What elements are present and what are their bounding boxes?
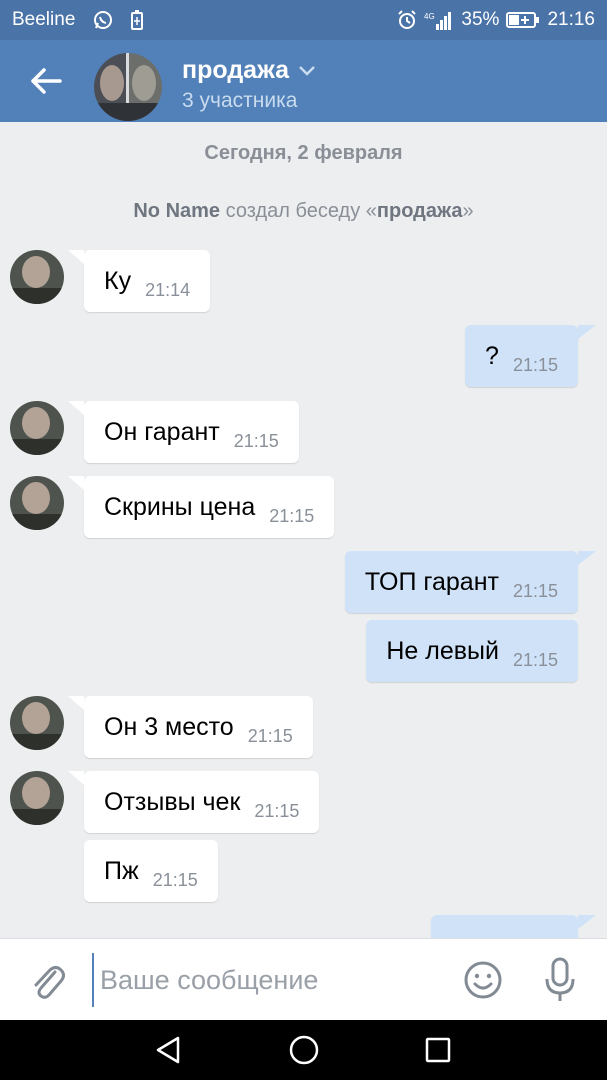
message-time: 21:15	[269, 505, 315, 526]
signal-icon: 4G	[424, 10, 454, 30]
carrier-name: Beeline	[12, 9, 76, 30]
emoji-button[interactable]	[460, 957, 506, 1003]
message-bubble-outgoing[interactable]: ТОП гарант 21:15	[344, 551, 597, 613]
voice-record-button[interactable]	[537, 955, 583, 1005]
message-time: 21:15	[254, 800, 300, 821]
back-button[interactable]	[22, 60, 70, 102]
message-composer	[0, 938, 607, 1020]
message-time: 21:15	[152, 869, 198, 890]
message-text: Он 3 место	[104, 712, 234, 741]
status-bar: Beeline 4G 35% 21:16	[0, 0, 607, 40]
alarm-icon	[397, 10, 417, 30]
chat-title-block[interactable]: продажа 3 участника	[182, 56, 315, 113]
paperclip-icon	[34, 966, 65, 999]
message-bubble-outgoing[interactable]: Не левый 21:15	[366, 620, 578, 682]
message-bubble-incoming[interactable]: Ку 21:14	[67, 250, 211, 312]
message-time: 21:15	[512, 354, 558, 375]
message-time: 21:15	[233, 430, 279, 451]
sender-avatar[interactable]	[10, 771, 64, 825]
service-action: создал беседу «	[220, 200, 377, 222]
message-text: Ку	[104, 266, 132, 295]
service-chat-name: продажа	[376, 200, 463, 222]
emoji-icon	[464, 961, 502, 999]
back-triangle-icon	[156, 1036, 180, 1064]
sender-avatar[interactable]	[10, 476, 64, 530]
message-text: Отзывы чек	[104, 787, 241, 816]
message-list[interactable]: Сегодня, 2 февраля No Name создал беседу…	[0, 122, 607, 938]
service-suffix: »	[462, 200, 474, 222]
message-text: Он гарант	[104, 417, 220, 446]
arrow-left-icon	[31, 68, 62, 94]
nav-back-button[interactable]	[148, 1030, 188, 1070]
message-bubble-incoming[interactable]: Отзывы чек 21:15	[67, 771, 320, 833]
message-text: Не левый	[386, 636, 499, 665]
clock: 21:16	[547, 9, 595, 30]
service-message: No Name создал беседу «продажа»	[0, 200, 607, 223]
sender-avatar[interactable]	[10, 250, 64, 304]
message-time: 21:15	[512, 649, 558, 670]
chat-title: продажа	[182, 56, 290, 84]
nav-home-button[interactable]	[284, 1030, 324, 1070]
chevron-down-icon	[299, 65, 315, 76]
message-bubble-outgoing-partial[interactable]	[431, 915, 596, 938]
nav-recents-button[interactable]	[418, 1030, 458, 1070]
message-text: Скрины цена	[104, 492, 256, 521]
battery-percent: 35%	[461, 9, 500, 30]
recents-square-icon	[425, 1037, 451, 1063]
message-text: ТОП гарант	[364, 567, 499, 596]
battery-charging-icon	[506, 11, 540, 29]
microphone-icon	[545, 957, 575, 1001]
svg-text:4G: 4G	[424, 12, 435, 21]
message-text: ?	[485, 341, 499, 370]
date-separator: Сегодня, 2 февраля	[204, 142, 403, 164]
whatsapp-icon	[93, 10, 113, 30]
sender-avatar[interactable]	[10, 696, 64, 750]
system-nav-bar	[0, 1020, 607, 1080]
message-time: 21:14	[145, 279, 191, 300]
message-bubble-incoming[interactable]: Пж 21:15	[84, 840, 218, 902]
attach-button[interactable]	[24, 957, 70, 1003]
message-text: Пж	[104, 856, 139, 885]
message-bubble-incoming[interactable]: Скрины цена 21:15	[67, 476, 335, 538]
chat-title-row[interactable]: продажа	[182, 56, 315, 85]
message-time: 21:15	[512, 580, 558, 601]
battery-saver-icon	[131, 10, 144, 30]
message-time: 21:15	[247, 725, 293, 746]
home-circle-icon	[289, 1035, 319, 1065]
chat-header: продажа 3 участника	[0, 40, 607, 122]
participants-count: 3 участника	[182, 89, 298, 112]
sender-avatar[interactable]	[10, 401, 64, 455]
message-bubble-outgoing[interactable]: ? 21:15	[465, 325, 596, 387]
service-actor: No Name	[133, 200, 221, 222]
message-bubble-incoming[interactable]: Он 3 место 21:15	[68, 696, 313, 758]
chat-avatar[interactable]	[94, 53, 162, 121]
message-bubble-incoming[interactable]: Он гарант 21:15	[68, 401, 299, 463]
message-input[interactable]	[92, 953, 442, 1007]
